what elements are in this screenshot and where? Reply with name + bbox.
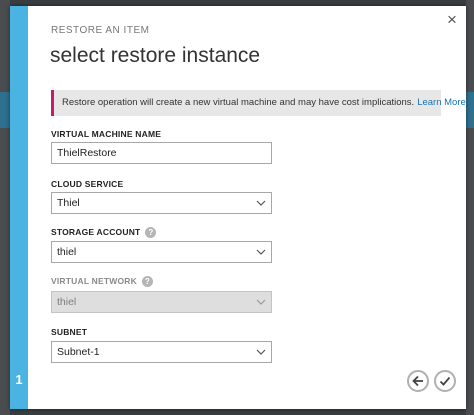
dialog-subtitle: RESTORE AN ITEM (51, 25, 150, 36)
subnet-select[interactable]: Subnet-1 (51, 341, 272, 363)
vm-name-input[interactable]: ThielRestore (51, 142, 272, 164)
back-button[interactable] (407, 370, 429, 392)
subnet-label: SUBNET (51, 327, 88, 337)
checkmark-icon (439, 376, 451, 386)
step-rail: 1 (10, 6, 28, 409)
help-icon[interactable]: ? (145, 227, 157, 239)
background-band (0, 92, 10, 128)
cloud-service-value: Thiel (57, 197, 80, 209)
chevron-down-icon (256, 347, 266, 357)
cloud-service-label: CLOUD SERVICE (51, 179, 124, 189)
background-band (466, 92, 474, 128)
dialog-title: select restore instance (50, 44, 261, 67)
storage-account-select[interactable]: thiel (51, 241, 272, 263)
subnet-value: Subnet-1 (57, 346, 100, 358)
background-right-edge (466, 0, 474, 415)
arrow-left-icon (412, 375, 423, 387)
virtual-network-value: thiel (57, 296, 77, 308)
chevron-down-icon (256, 297, 266, 307)
storage-account-value: thiel (57, 246, 77, 258)
close-icon[interactable]: × (444, 11, 460, 28)
cost-notice: Restore operation will create a new virt… (51, 90, 466, 116)
virtual-network-label-text: VIRTUAL NETWORK (51, 276, 137, 286)
help-icon[interactable]: ? (141, 276, 153, 288)
virtual-network-label: VIRTUAL NETWORK? (51, 276, 153, 288)
background-left-edge (0, 0, 10, 415)
learn-more-link[interactable]: Learn More (417, 97, 466, 108)
confirm-button[interactable] (434, 370, 456, 392)
step-number: 1 (15, 372, 23, 387)
storage-account-label: STORAGE ACCOUNT? (51, 227, 157, 239)
chevron-down-icon (256, 247, 266, 257)
vm-name-value: ThielRestore (57, 147, 117, 159)
virtual-network-select: thiel (51, 291, 272, 313)
notice-text: Restore operation will create a new virt… (62, 97, 415, 108)
cloud-service-select[interactable]: Thiel (51, 192, 272, 214)
chevron-down-icon (256, 198, 266, 208)
restore-dialog: 1 × RESTORE AN ITEM select restore insta… (10, 6, 466, 409)
storage-account-label-text: STORAGE ACCOUNT (51, 227, 141, 237)
vm-name-label: VIRTUAL MACHINE NAME (51, 129, 162, 139)
